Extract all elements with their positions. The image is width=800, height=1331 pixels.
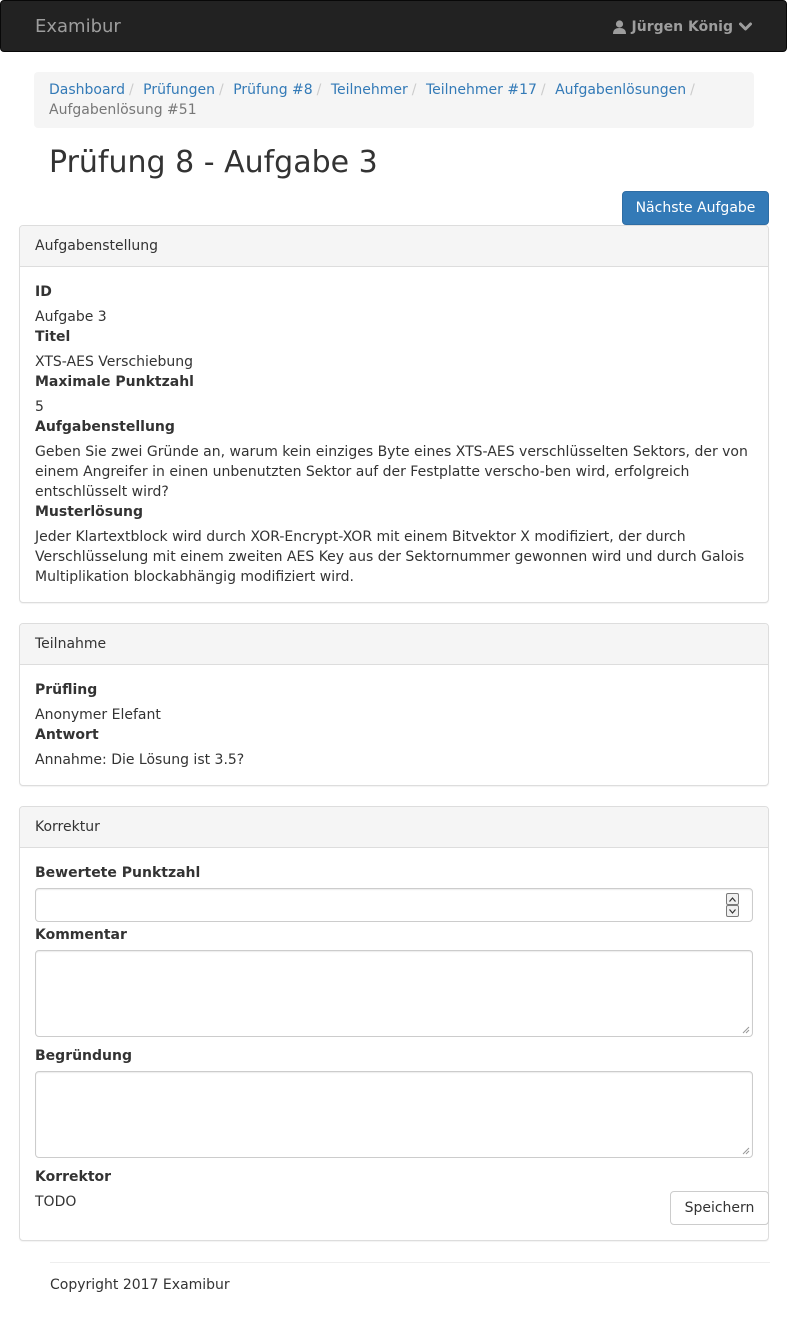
breadcrumb-separator: / — [411, 82, 417, 98]
breadcrumb-link-participants[interactable]: Teilnehmer — [331, 82, 408, 98]
title-label: Titel — [35, 329, 71, 345]
points-spinner[interactable] — [726, 893, 739, 917]
user-icon — [612, 20, 626, 34]
brand-link[interactable]: Examibur — [35, 16, 121, 38]
participation-panel-heading: Teilnahme — [20, 624, 768, 665]
chevron-down-icon — [739, 22, 752, 32]
solution-value: Jeder Klartextblock wird durch XOR-Encry… — [35, 529, 745, 585]
id-value: Aufgabe 3 — [35, 309, 107, 325]
resize-grip-icon[interactable] — [742, 1026, 750, 1034]
participation-panel-body: Prüfling Anonymer Elefant Antwort Annahm… — [20, 665, 768, 785]
decrement-icon[interactable] — [726, 905, 739, 917]
page-title: Prüfung 8 - Aufgabe 3 — [49, 145, 378, 180]
task-value: Geben Sie zwei Gründe an, warum kein ein… — [35, 444, 748, 500]
points-label: Bewertete Punktzahl — [35, 865, 201, 881]
task-panel-body: ID Aufgabe 3 Titel XTS-AES Verschiebung … — [20, 267, 768, 602]
breadcrumb-separator: / — [540, 82, 546, 98]
user-name: Jürgen König — [631, 19, 733, 35]
correction-panel-heading: Korrektur — [20, 807, 768, 848]
next-task-button[interactable]: Nächste Aufgabe — [622, 191, 769, 225]
resize-grip-icon[interactable] — [742, 1147, 750, 1155]
footer-copyright: Copyright 2017 Examibur — [50, 1277, 230, 1293]
reason-label: Begründung — [35, 1048, 133, 1064]
increment-icon[interactable] — [726, 893, 739, 905]
corrector-value: TODO — [35, 1194, 77, 1210]
breadcrumb-link-participant[interactable]: Teilnehmer #17 — [426, 82, 537, 98]
footer-divider — [50, 1262, 770, 1263]
max-points-label: Maximale Punktzahl — [35, 374, 194, 390]
breadcrumb-link-dashboard[interactable]: Dashboard — [49, 82, 125, 98]
top-navbar: Examibur Jürgen König — [0, 0, 787, 52]
breadcrumb-link-exams[interactable]: Prüfungen — [143, 82, 215, 98]
task-panel-heading: Aufgabenstellung — [20, 226, 768, 267]
correction-form: Bewertete Punktzahl Kommentar Begründung — [20, 848, 768, 1227]
breadcrumb-current: Aufgabenlösung #51 — [49, 102, 197, 118]
save-button[interactable]: Speichern — [670, 1191, 769, 1225]
task-label: Aufgabenstellung — [35, 419, 175, 435]
user-menu-dropdown[interactable]: Jürgen König — [612, 17, 752, 37]
examinee-label: Prüfling — [35, 682, 98, 698]
correction-panel: Korrektur Bewertete Punktzahl Kommentar … — [19, 806, 769, 1241]
breadcrumb-separator: / — [316, 82, 322, 98]
answer-value: Annahme: Die Lösung ist 3.5? — [35, 752, 245, 768]
examinee-value: Anonymer Elefant — [35, 707, 161, 723]
comment-label: Kommentar — [35, 927, 127, 943]
breadcrumb-separator: / — [128, 82, 134, 98]
reason-textarea[interactable] — [35, 1071, 753, 1158]
corrector-label: Korrektor — [35, 1169, 112, 1185]
comment-textarea[interactable] — [35, 950, 753, 1037]
task-panel: Aufgabenstellung ID Aufgabe 3 Titel XTS-… — [19, 225, 769, 603]
max-points-value: 5 — [35, 399, 44, 415]
breadcrumb: Dashboard / Prüfungen / Prüfung #8/ Teilne… — [34, 72, 754, 128]
breadcrumb-separator: / — [219, 82, 224, 98]
points-input[interactable] — [35, 888, 753, 922]
id-label: ID — [35, 284, 52, 300]
breadcrumb-link-solutions[interactable]: Aufgabenlösungen — [555, 82, 686, 98]
solution-label: Musterlösung — [35, 504, 144, 520]
breadcrumb-separator: / — [690, 82, 695, 98]
title-value: XTS-AES Verschiebung — [35, 354, 194, 370]
answer-label: Antwort — [35, 727, 99, 743]
participation-panel: Teilnahme Prüfling Anonymer Elefant Antw… — [19, 623, 769, 786]
breadcrumb-link-exam[interactable]: Prüfung #8 — [233, 82, 312, 98]
